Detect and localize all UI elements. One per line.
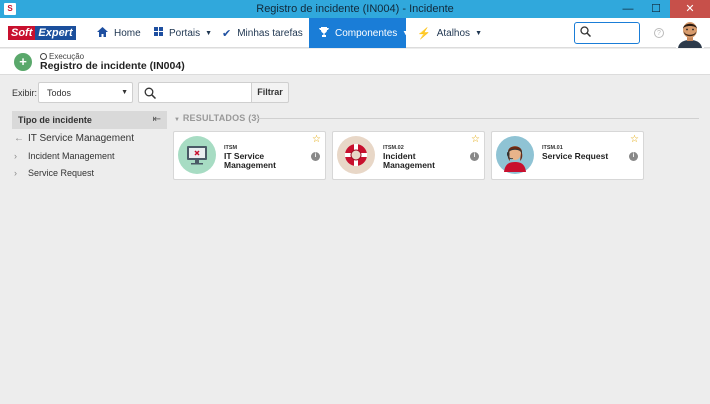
result-card-itsm-01[interactable]: ITSM.01 Service Request ☆ i bbox=[491, 131, 644, 180]
grid-icon bbox=[154, 27, 163, 39]
global-search-input[interactable] bbox=[574, 22, 640, 44]
chevron-down-icon: ▼ bbox=[121, 89, 128, 96]
play-circle-icon bbox=[40, 53, 47, 60]
card-name: Incident Management bbox=[383, 151, 435, 170]
support-agent-icon bbox=[496, 136, 534, 174]
nav-minhas-tarefas[interactable]: ✔ Minhas tarefas ▼ bbox=[222, 18, 315, 48]
info-icon[interactable]: i bbox=[629, 152, 638, 161]
card-name: IT Service Management bbox=[224, 151, 276, 170]
nav-minhas-tarefas-label: Minhas tarefas bbox=[237, 27, 303, 39]
filter-search-input[interactable] bbox=[138, 82, 252, 103]
close-button[interactable]: ✕ bbox=[670, 0, 710, 18]
chevron-right-icon: › bbox=[14, 151, 17, 161]
results-header[interactable]: ▼ RESULTADOS (3) bbox=[174, 113, 260, 123]
nav-portais-label: Portais bbox=[169, 27, 201, 39]
window-controls: — ☐ ✕ bbox=[614, 0, 710, 18]
tree-item-root[interactable]: ← IT Service Management bbox=[14, 133, 134, 144]
lifebuoy-icon bbox=[337, 136, 375, 174]
monitor-icon bbox=[178, 136, 216, 174]
process-icon: + bbox=[14, 53, 32, 71]
show-filter-label: Exibir: bbox=[12, 88, 38, 98]
collapse-caret-icon: ▼ bbox=[174, 117, 181, 123]
nav-home[interactable]: Home bbox=[97, 18, 141, 48]
home-icon bbox=[97, 26, 108, 40]
nav-componentes[interactable]: Componentes ▼ bbox=[309, 18, 410, 48]
trophy-icon bbox=[319, 26, 329, 40]
incident-type-panel-header: Tipo de incidente ⇤ bbox=[12, 111, 167, 129]
result-card-itsm[interactable]: ITSM IT Service Management ☆ i bbox=[173, 131, 326, 180]
page-title: Registro de incidente (IN004) bbox=[40, 60, 185, 72]
top-navbar: Soft Expert Home Portais ▼ ✔ Minhas tare… bbox=[0, 18, 710, 48]
show-filter-select[interactable]: Todos ▼ bbox=[38, 82, 133, 103]
chevron-right-icon: › bbox=[14, 168, 17, 178]
window-titlebar: S Registro de incidente (IN004) - Incide… bbox=[0, 0, 710, 18]
result-card-itsm-02[interactable]: ITSM.02 Incident Management ☆ i bbox=[332, 131, 485, 180]
card-name: Service Request bbox=[542, 151, 609, 161]
chevron-down-icon: ▼ bbox=[205, 29, 213, 37]
nav-atalhos-label: Atalhos bbox=[436, 27, 471, 39]
filter-button[interactable]: Filtrar bbox=[251, 82, 289, 103]
check-icon: ✔ bbox=[222, 27, 232, 40]
favorite-star-icon[interactable]: ☆ bbox=[471, 134, 480, 145]
collapse-panel-icon[interactable]: ⇤ bbox=[153, 114, 161, 125]
bolt-icon: ⚡ bbox=[417, 27, 431, 40]
tree-item-incident-management[interactable]: › Incident Management bbox=[14, 151, 115, 161]
arrow-left-icon: ← bbox=[14, 133, 24, 144]
logo-part-soft: Soft bbox=[8, 26, 36, 40]
search-icon bbox=[580, 26, 592, 38]
help-icon[interactable]: ? bbox=[654, 28, 664, 38]
nav-portais[interactable]: Portais ▼ bbox=[154, 18, 212, 48]
search-icon bbox=[144, 87, 157, 100]
nav-componentes-label: Componentes bbox=[335, 27, 398, 39]
nav-home-label: Home bbox=[114, 27, 141, 39]
user-avatar[interactable] bbox=[676, 19, 704, 48]
window-title: Registro de incidente (IN004) - Incident… bbox=[256, 3, 454, 15]
show-filter-value: Todos bbox=[47, 88, 72, 98]
tree-item-root-label: IT Service Management bbox=[28, 133, 134, 144]
results-divider bbox=[256, 118, 699, 119]
info-icon[interactable]: i bbox=[311, 152, 320, 161]
page-header: + Execução Registro de incidente (IN004) bbox=[0, 49, 710, 75]
nav-atalhos[interactable]: ⚡ Atalhos ▼ bbox=[417, 18, 482, 48]
results-count: RESULTADOS (3) bbox=[182, 113, 260, 123]
softexpert-logo[interactable]: Soft Expert bbox=[8, 26, 76, 40]
maximize-button[interactable]: ☐ bbox=[642, 0, 670, 18]
favorite-star-icon[interactable]: ☆ bbox=[312, 134, 321, 145]
tree-item-label: Incident Management bbox=[28, 151, 115, 161]
logo-part-expert: Expert bbox=[35, 26, 76, 40]
chevron-down-icon: ▼ bbox=[402, 29, 410, 37]
minimize-button[interactable]: — bbox=[614, 0, 642, 18]
info-icon[interactable]: i bbox=[470, 152, 479, 161]
favorite-star-icon[interactable]: ☆ bbox=[630, 134, 639, 145]
tree-item-service-request[interactable]: › Service Request bbox=[14, 168, 94, 178]
panel-title: Tipo de incidente bbox=[18, 115, 92, 125]
chevron-down-icon: ▼ bbox=[475, 29, 482, 37]
tree-item-label: Service Request bbox=[28, 168, 95, 178]
